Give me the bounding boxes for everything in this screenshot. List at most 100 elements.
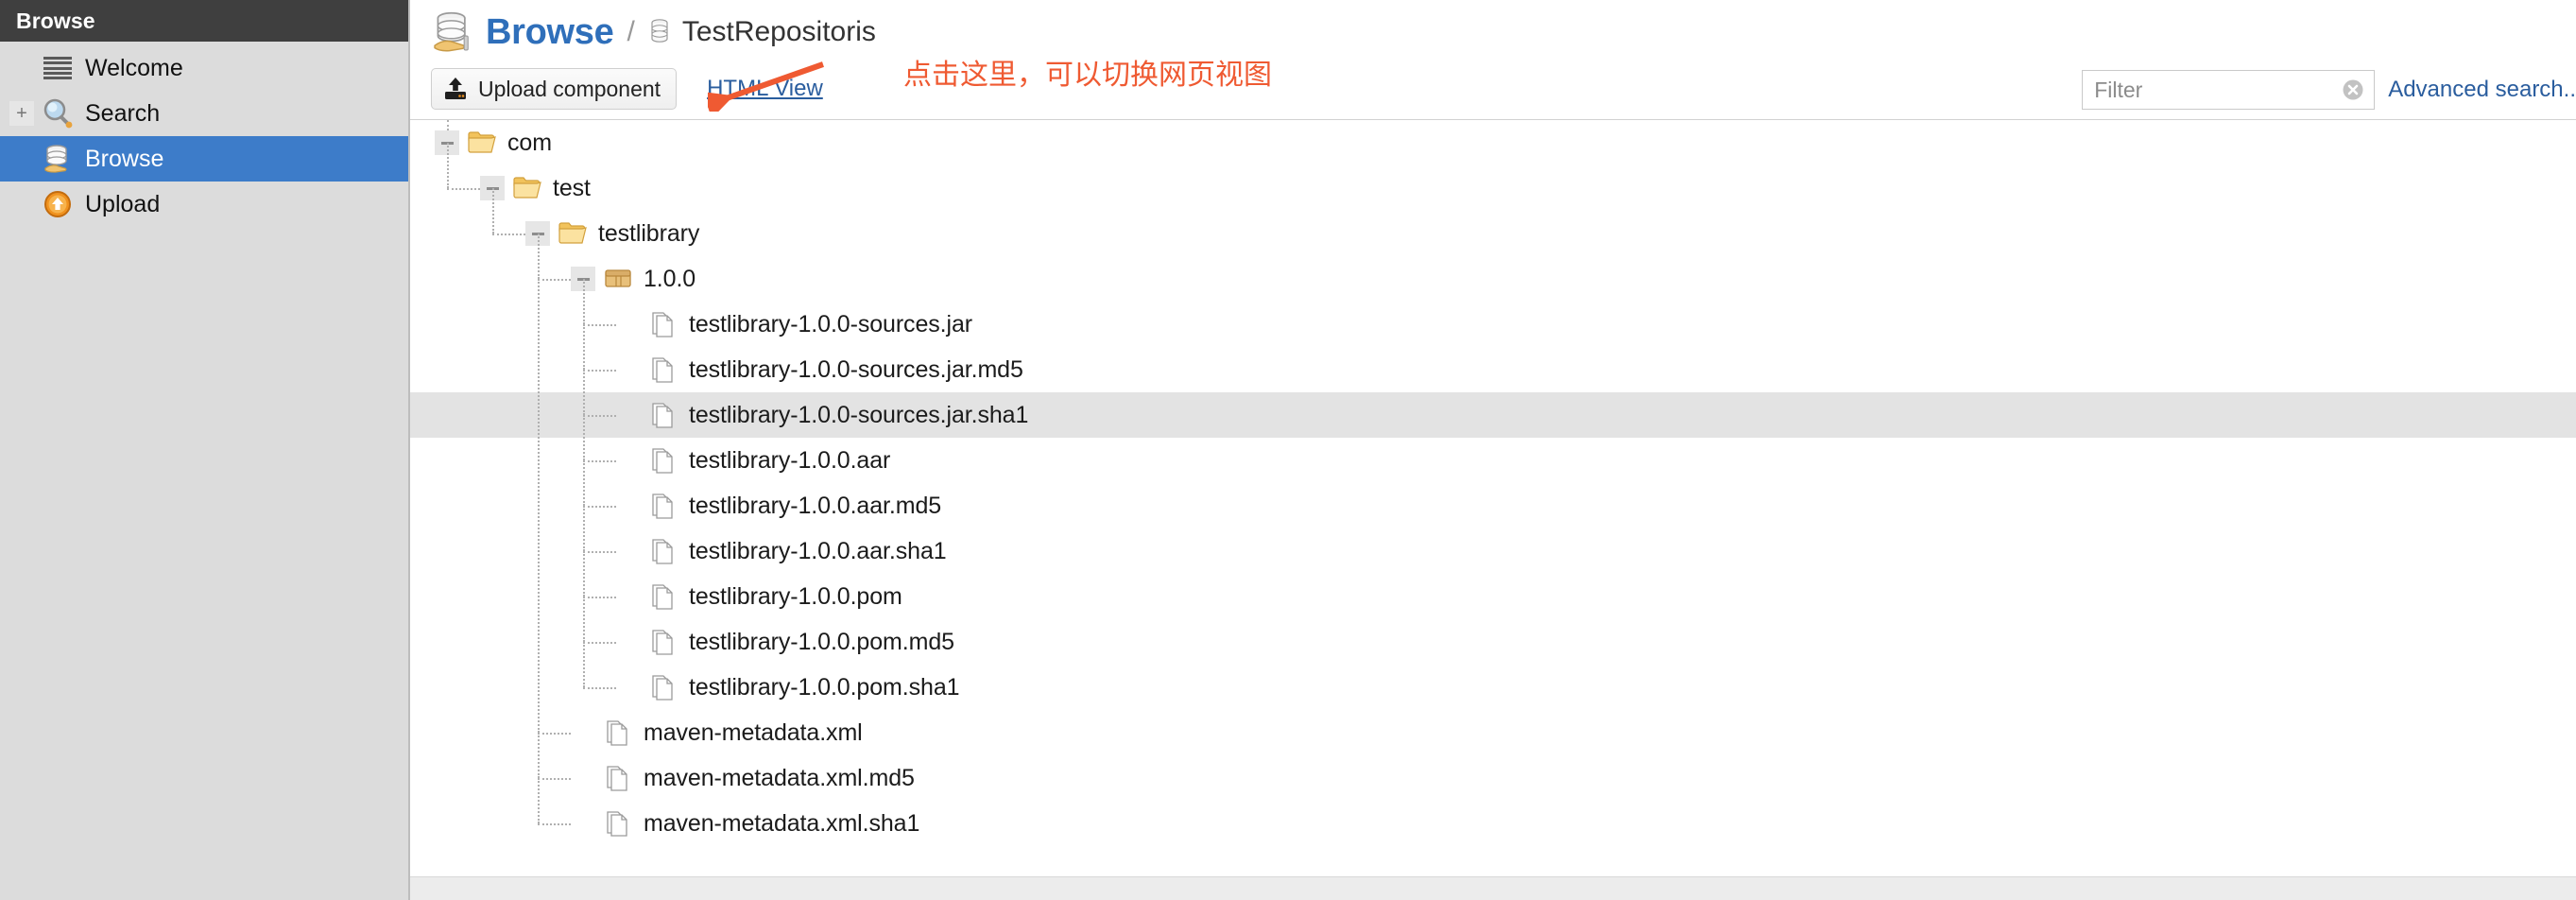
sidebar: Browse Welcome + Search Browse Upload [0, 0, 410, 900]
expander-placeholder [9, 192, 34, 216]
expander-plus-icon[interactable]: + [9, 101, 34, 126]
tree-guide-line [583, 642, 616, 644]
breadcrumb-repository-name: TestRepositoris [681, 16, 876, 47]
tree-leaf-stub [616, 630, 641, 654]
database-hand-icon [431, 10, 474, 54]
tree-guide-line [538, 279, 571, 281]
sidebar-item-label: Search [85, 99, 161, 127]
tree-node-label: testlibrary-1.0.0-sources.jar [689, 310, 972, 338]
tree-guide-line [538, 823, 571, 825]
annotation-text: 点击这里，可以切换网页视图 [903, 59, 1272, 92]
tree-guide-line [583, 551, 616, 553]
tree-node-label: maven-metadata.xml [644, 718, 863, 746]
tree-guide-line [492, 188, 494, 234]
tree-leaf-stub [616, 675, 641, 700]
tree-guide-line [538, 733, 540, 778]
folder-icon [513, 175, 541, 201]
filter-box[interactable] [2082, 70, 2376, 110]
clear-circle-icon[interactable] [2342, 78, 2364, 101]
tree-row[interactable]: testlibrary-1.0.0.pom [410, 574, 2576, 619]
tree-row[interactable]: testlibrary [410, 211, 2576, 256]
tree-guide-line [583, 460, 585, 506]
search-icon [42, 97, 74, 130]
tree-node-label: testlibrary-1.0.0.pom [689, 582, 902, 610]
tree-node-label: testlibrary [598, 219, 700, 247]
tree-guide-line [538, 778, 540, 823]
sidebar-item-label: Welcome [85, 54, 183, 81]
tree-guide-line [538, 733, 571, 735]
upload-icon [443, 77, 468, 101]
search-input[interactable] [2083, 71, 2375, 109]
tree-node-label: maven-metadata.xml.sha1 [644, 809, 920, 837]
tree-row[interactable]: testlibrary-1.0.0.aar.md5 [410, 483, 2576, 528]
tree-row[interactable]: test [410, 165, 2576, 211]
tree-row[interactable]: maven-metadata.xml.sha1 [410, 801, 2576, 846]
tree-guide-line [583, 415, 616, 417]
tree-node-label: test [553, 174, 591, 201]
tree-leaf-stub [616, 584, 641, 609]
advanced-search-link[interactable]: Advanced search.. [2388, 77, 2576, 103]
expander-placeholder [9, 56, 34, 80]
tree-guide-line [583, 324, 585, 370]
repository-icon [648, 18, 671, 46]
tree-leaf-stub [616, 403, 641, 427]
tree-row[interactable]: testlibrary-1.0.0.pom.sha1 [410, 665, 2576, 710]
sidebar-header: Browse [0, 0, 408, 42]
tree-guide-line [583, 460, 616, 462]
tree-row[interactable]: testlibrary-1.0.0.pom.md5 [410, 619, 2576, 665]
tree-guide-line [447, 188, 480, 190]
tree-row[interactable]: maven-metadata.xml.md5 [410, 755, 2576, 801]
html-view-link[interactable]: HTML View [707, 76, 823, 102]
sidebar-item-welcome[interactable]: Welcome [0, 45, 408, 91]
page-title: Browse [486, 11, 614, 52]
tree-row[interactable]: testlibrary-1.0.0-sources.jar.sha1 [410, 392, 2576, 438]
file-icon [649, 311, 678, 338]
file-icon [649, 356, 678, 383]
file-icon [649, 538, 678, 564]
tree-guide-line [583, 551, 585, 597]
tree-leaf-stub [616, 448, 641, 473]
upload-component-button[interactable]: Upload component [431, 68, 678, 110]
upload-circle-icon [42, 188, 74, 220]
tree-node-label: testlibrary-1.0.0.pom.md5 [689, 628, 954, 655]
file-icon [604, 765, 632, 791]
tree-node-label: testlibrary-1.0.0.aar [689, 446, 891, 474]
page-header: Browse / TestRepositoris [410, 0, 2576, 59]
tree-row[interactable]: testlibrary-1.0.0-sources.jar [410, 302, 2576, 347]
upload-component-label: Upload component [478, 76, 661, 101]
tree-node-label: testlibrary-1.0.0.pom.sha1 [689, 673, 960, 701]
expander-placeholder [9, 147, 34, 171]
tree-node-label: com [507, 129, 552, 156]
tree-guide-line [583, 506, 616, 508]
folder-icon [558, 220, 587, 247]
sidebar-item-upload[interactable]: Upload [0, 182, 408, 227]
tree-guide-line [583, 597, 616, 598]
tree-leaf-stub [616, 357, 641, 382]
tree-row[interactable]: maven-metadata.xml [410, 710, 2576, 755]
filter-group: Advanced search.. [2082, 70, 2576, 110]
sidebar-item-search[interactable]: + Search [0, 91, 408, 136]
tree-leaf-stub [616, 493, 641, 518]
tree-node-label: 1.0.0 [644, 265, 696, 292]
tree-node-label: testlibrary-1.0.0.aar.sha1 [689, 537, 947, 564]
tree-row[interactable]: 1.0.0 [410, 256, 2576, 302]
tree-row[interactable]: testlibrary-1.0.0-sources.jar.md5 [410, 347, 2576, 392]
folder-icon [468, 130, 496, 156]
file-icon [604, 810, 632, 837]
sidebar-item-browse[interactable]: Browse [0, 136, 408, 182]
tree-row[interactable]: com [410, 120, 2576, 165]
tree-row[interactable]: testlibrary-1.0.0.aar [410, 438, 2576, 483]
main-content: Browse / TestRepositoris Upload componen… [410, 0, 2576, 900]
tree-node-label: testlibrary-1.0.0.aar.md5 [689, 492, 942, 519]
toolbar: Upload component HTML View 点击这里，可以切换网页视图 [410, 59, 2576, 119]
sidebar-item-list: Welcome + Search Browse Upload [0, 42, 408, 227]
database-hand-icon [42, 143, 74, 175]
sidebar-item-label: Upload [85, 190, 161, 217]
tree-leaf-stub [571, 720, 595, 745]
tree-row[interactable]: testlibrary-1.0.0.aar.sha1 [410, 528, 2576, 574]
tree-node-label: testlibrary-1.0.0-sources.jar.sha1 [689, 401, 1029, 428]
lines-icon [42, 52, 74, 84]
tree-guide-line [538, 778, 571, 780]
sidebar-header-title: Browse [16, 8, 95, 33]
